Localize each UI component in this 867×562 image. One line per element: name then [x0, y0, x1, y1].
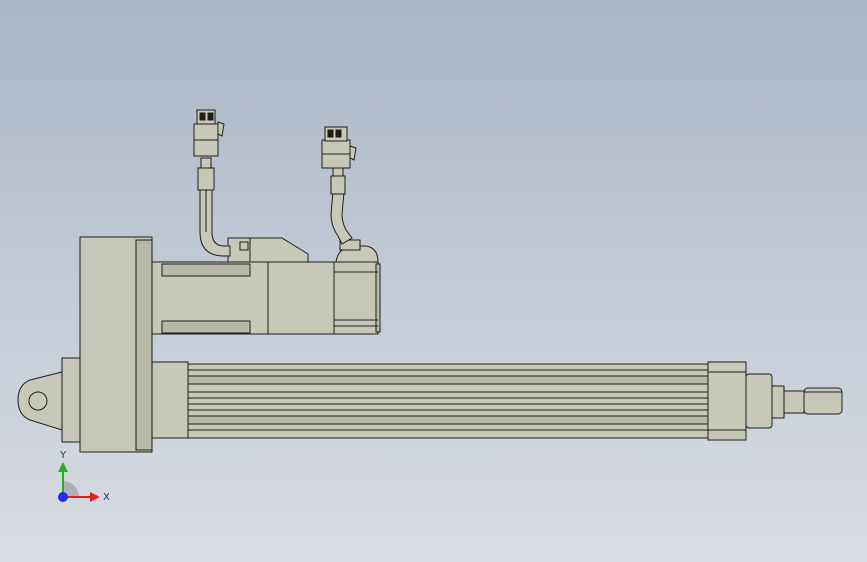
front-end-cap — [707, 361, 773, 441]
x-axis-arrow — [90, 492, 100, 502]
y-axis-arrow — [58, 462, 68, 472]
power-connector — [193, 109, 225, 157]
reference-triad[interactable]: X Y — [58, 450, 110, 503]
mounting-hole — [28, 391, 48, 411]
motor-body — [151, 237, 335, 335]
rear-clevis-mount — [17, 357, 83, 443]
cad-viewport[interactable]: X Y — [0, 0, 867, 562]
encoder-connector — [321, 126, 357, 169]
power-cable — [197, 157, 231, 257]
motor-encoder — [333, 239, 381, 335]
actuator-model — [17, 109, 843, 453]
z-axis-dot — [58, 492, 68, 502]
piston-rod — [771, 385, 843, 419]
encoder-cable — [330, 167, 353, 245]
y-axis-label: Y — [59, 450, 67, 461]
cylinder-tube — [187, 363, 711, 439]
x-axis-label: X — [103, 492, 110, 503]
